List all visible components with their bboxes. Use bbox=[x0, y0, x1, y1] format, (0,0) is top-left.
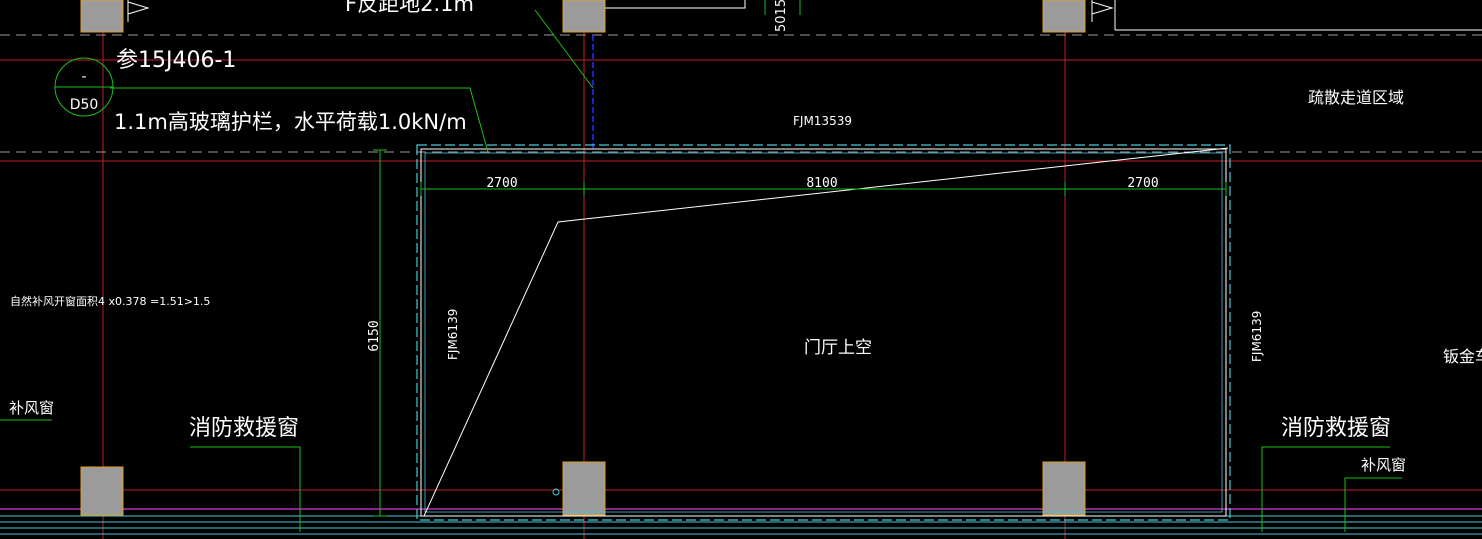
ref-standard-label: 参15J406-1 bbox=[116, 48, 236, 73]
lobby-void-label: 门厅上空 bbox=[804, 338, 872, 358]
column-bottom-2[interactable] bbox=[562, 461, 606, 516]
makeup-window-left: 补风窗 bbox=[9, 399, 54, 417]
column-bottom-1[interactable] bbox=[80, 466, 124, 516]
detail-marker-bottom: D50 bbox=[70, 97, 99, 113]
detail-marker-top: - bbox=[81, 69, 86, 85]
column-top-2[interactable] bbox=[562, 0, 606, 33]
dim-text-left: 2700 bbox=[486, 176, 517, 191]
top-partial-text: F反距地2.1m bbox=[345, 0, 474, 16]
column-top-1[interactable] bbox=[80, 0, 124, 33]
vent-calc-label: 自然补风开窗面积4 x0.378 =1.51>1.5 bbox=[10, 294, 210, 308]
canvas-background bbox=[0, 0, 1482, 539]
makeup-window-right: 补风窗 bbox=[1361, 456, 1406, 474]
railing-note-label: 1.1m高玻璃护栏，水平荷载1.0kN/m bbox=[114, 110, 467, 134]
fire-rescue-right: 消防救援窗 bbox=[1281, 416, 1391, 441]
right-edge-partial: 钣金车 bbox=[1443, 347, 1482, 366]
column-top-3[interactable] bbox=[1042, 0, 1086, 33]
dim-text-height: 6150 bbox=[367, 320, 382, 351]
fire-rescue-left: 消防救援窗 bbox=[189, 416, 299, 441]
dim-text-right: 2700 bbox=[1127, 176, 1158, 191]
door-right-label: FJM6139 bbox=[1250, 311, 1264, 362]
dim-text-mid: 8100 bbox=[806, 176, 837, 191]
door-top-label: FJM13539 bbox=[793, 114, 852, 128]
column-bottom-3[interactable] bbox=[1042, 461, 1086, 516]
top-dim-partial: 5015 bbox=[774, 0, 789, 32]
door-left-label: FJM6139 bbox=[446, 309, 460, 360]
evac-zone-label: 疏散走道区域 bbox=[1308, 88, 1404, 107]
cad-drawing-canvas[interactable]: F反距地2.1m 参15J406-1 1.1m高玻璃护栏，水平荷载1.0kN/m… bbox=[0, 0, 1482, 539]
